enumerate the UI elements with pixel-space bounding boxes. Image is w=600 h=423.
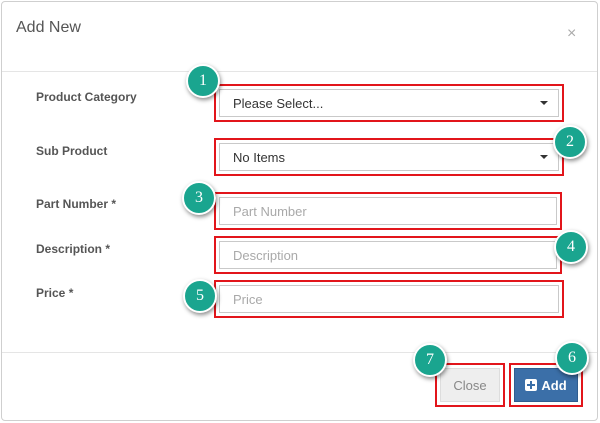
close-button-highlight: Close [435, 363, 505, 407]
callout-badge-5: 5 [183, 279, 217, 313]
product-category-highlight: Please Select... [214, 84, 564, 122]
part-number-input[interactable] [233, 198, 556, 224]
callout-badge-2: 2 [553, 125, 587, 159]
description-field-wrap [219, 241, 557, 269]
description-highlight [214, 236, 562, 274]
callout-badge-3: 3 [182, 181, 216, 215]
callout-badge-1: 1 [186, 64, 220, 98]
sub-product-value: No Items [233, 149, 286, 165]
price-highlight [214, 280, 564, 318]
callout-badge-4: 4 [554, 230, 588, 264]
part-number-label: Part Number * [36, 197, 117, 211]
product-category-value: Please Select... [233, 95, 324, 111]
modal-header: Add New × [2, 2, 597, 72]
sub-product-select[interactable]: No Items [219, 143, 559, 171]
product-category-select[interactable]: Please Select... [219, 89, 559, 117]
sub-product-highlight: No Items [214, 138, 564, 176]
callout-badge-6: 6 [555, 341, 589, 375]
add-button-label: Add [541, 377, 567, 393]
price-input[interactable] [233, 286, 558, 312]
caret-down-icon [540, 155, 548, 159]
modal-footer-divider [2, 352, 597, 353]
close-button[interactable]: Close [440, 368, 500, 402]
price-field-wrap [219, 285, 559, 313]
product-category-label: Product Category [36, 90, 137, 104]
part-number-field-wrap [219, 197, 557, 225]
part-number-highlight [214, 192, 562, 230]
sub-product-label: Sub Product [36, 144, 108, 158]
close-icon[interactable]: × [567, 24, 576, 44]
description-input[interactable] [233, 242, 556, 268]
plus-square-icon [525, 379, 538, 391]
description-label: Description * [36, 242, 111, 256]
callout-badge-7: 7 [413, 343, 447, 377]
caret-down-icon [540, 101, 548, 105]
price-label: Price * [36, 286, 74, 300]
add-new-modal: Add New × Product Category Please Select… [1, 1, 598, 421]
modal-title: Add New [16, 19, 81, 36]
